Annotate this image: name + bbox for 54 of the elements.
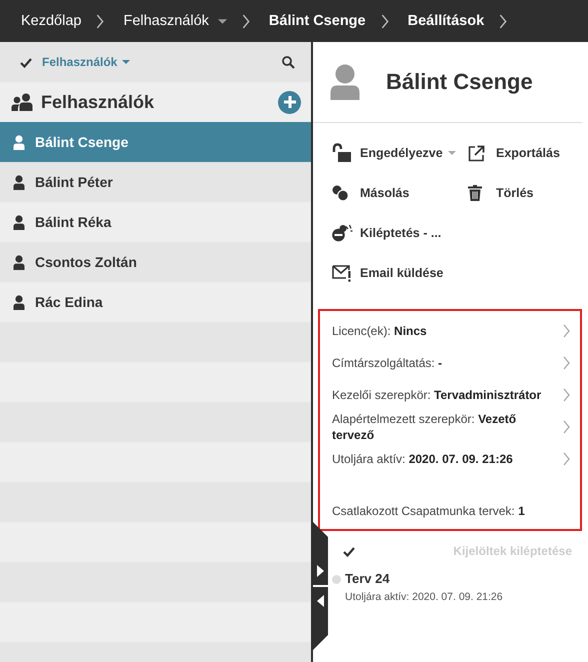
caret-icon: [122, 60, 130, 64]
breadcrumb-link[interactable]: Beállítások: [408, 13, 484, 29]
chevron-icon: [96, 14, 104, 28]
breadcrumb-link[interactable]: Bálint Csenge: [268, 13, 366, 29]
project-name: Terv 24: [345, 571, 391, 586]
circles-icon: [332, 185, 349, 201]
person-icon: [13, 134, 25, 150]
chevron-icon: [380, 14, 389, 28]
person-icon: [13, 254, 25, 270]
action-button[interactable]: Másolás: [332, 173, 468, 213]
detail-text: Licenc(ek): Nincs: [332, 323, 428, 339]
plus-icon: [284, 96, 296, 108]
action-button[interactable]: Engedélyezve: [332, 133, 468, 173]
detail-text: Címtárszolgáltatás: -: [332, 355, 444, 371]
person-icon: [13, 174, 25, 190]
person-icon: [13, 294, 25, 310]
user-list-item[interactable]: Csontos Zoltán: [0, 242, 311, 282]
project-last-active: Utoljára aktív: 2020. 07. 09. 21:26: [345, 591, 503, 603]
chevron-icon[interactable]: [563, 388, 570, 402]
action-button[interactable]: Kiléptetés - ...: [332, 213, 468, 253]
person-exit-icon: [332, 224, 353, 242]
chevron-icon: [242, 14, 250, 28]
detail-text: Alapértelmezett szerepkör: Vezető tervező: [332, 411, 518, 443]
search-icon: [282, 56, 295, 68]
collapse-button[interactable]: [314, 593, 326, 609]
detail-text: Csatlakozott Csapatmunka tervek: 1: [332, 503, 526, 519]
chevron-icon[interactable]: [563, 356, 570, 370]
profile-name: Bálint Csenge: [386, 69, 533, 95]
user-list-item[interactable]: Bálint Péter: [0, 162, 311, 202]
users-icon: [11, 93, 33, 111]
chevron-icon[interactable]: [563, 452, 570, 466]
expand-button[interactable]: [314, 563, 326, 579]
add-button[interactable]: [278, 90, 301, 114]
sidebar-title: Felhasználók: [41, 92, 154, 112]
detail-text: Utoljára aktív: 2020. 07. 09. 21:26: [332, 451, 514, 467]
caret-icon: [448, 151, 456, 155]
caret-icon: [218, 18, 227, 24]
action-button[interactable]: Email küldése: [332, 253, 468, 293]
lock-icon: [332, 143, 352, 163]
action-button[interactable]: Exportálás: [468, 133, 578, 173]
timeline-dot-icon: [332, 575, 341, 584]
detail-text: Kezelői szerepkör: Tervadminisztrátor: [332, 387, 542, 403]
action-button[interactable]: Törlés: [468, 173, 578, 213]
chevron-icon[interactable]: [563, 420, 570, 434]
chevron-icon: [499, 14, 508, 28]
chevron-icon[interactable]: [563, 324, 570, 338]
breadcrumb-link[interactable]: Kezdőlap: [21, 13, 82, 29]
breadcrumb-link[interactable]: Felhasználók: [123, 13, 209, 29]
user-list-item[interactable]: Bálint Csenge: [0, 122, 311, 162]
trash-icon: [468, 185, 482, 201]
export-icon: [468, 144, 485, 162]
envelope-icon: [332, 264, 352, 282]
avatar-icon: [330, 64, 360, 100]
person-icon: [13, 214, 25, 230]
